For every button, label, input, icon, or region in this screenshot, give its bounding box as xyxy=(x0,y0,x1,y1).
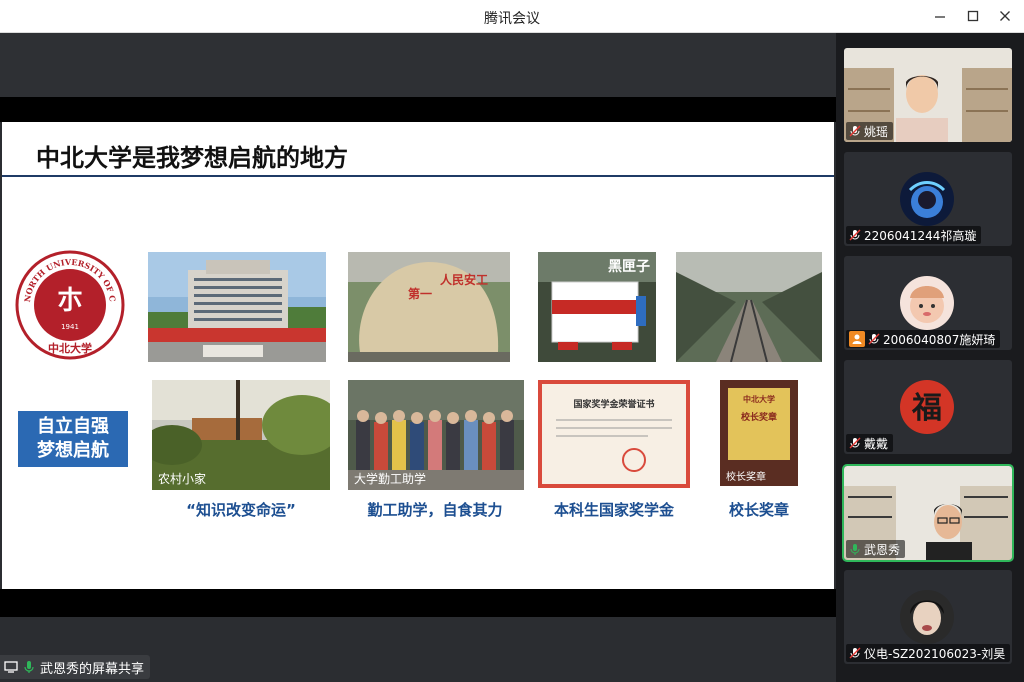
participant-name-tag: 戴戴 xyxy=(846,434,894,452)
participant-name-tag: 2206041244祁高璇 xyxy=(846,226,982,244)
motto-line-1: 自立自强 xyxy=(37,416,109,437)
participant-tile-active[interactable]: 武恩秀 xyxy=(842,464,1014,562)
slide-title: 中北大学是我梦想启航的地方 xyxy=(36,144,348,172)
screen-share-label: 武恩秀的屏幕共享 xyxy=(40,661,145,677)
minimize-icon xyxy=(935,16,945,18)
photo-campus-building xyxy=(148,252,326,362)
participant-tile[interactable]: 仪电-SZ202106023-刘昊 xyxy=(844,570,1012,664)
avatar: 福 xyxy=(900,380,954,434)
host-icon xyxy=(849,331,865,347)
svg-text:1941: 1941 xyxy=(61,323,79,331)
close-icon xyxy=(1000,11,1010,21)
close-button[interactable] xyxy=(994,6,1016,26)
screen-share-icon xyxy=(4,661,18,673)
president-award-caption: 校长奖章 xyxy=(726,472,766,483)
university-logo: NORTH UNIVERSITY OF CHINA 朩 1941 中北大学 xyxy=(10,241,126,361)
shared-screen-area[interactable]: 中北大学是我梦想启航的地方 NORTH UNIVERSITY OF CHINA … xyxy=(0,33,836,682)
screen-share-status[interactable]: 武恩秀的屏幕共享 xyxy=(0,655,151,679)
participant-name: 2006040807施妍琦 xyxy=(883,332,996,347)
work-study-caption: 大学勤工助学 xyxy=(354,472,427,486)
photo-president-award: 中北大学 校长奖章 校长奖章 xyxy=(720,380,798,486)
participant-name: 戴戴 xyxy=(864,436,889,451)
participant-tile[interactable]: 2206041244祁高璇 xyxy=(844,152,1012,246)
caption-scholarship: 本科生国家奖学金 xyxy=(553,501,674,519)
participant-tile[interactable]: 姚瑶 xyxy=(844,48,1012,142)
avatar xyxy=(900,276,954,330)
svg-text:中北大学: 中北大学 xyxy=(48,341,92,355)
maximize-icon xyxy=(967,10,979,22)
mic-muted-icon xyxy=(849,647,861,659)
participant-name: 武恩秀 xyxy=(864,542,901,557)
svg-text:第一: 第一 xyxy=(408,286,432,301)
letterbox-top xyxy=(0,97,836,122)
screen-top-band xyxy=(0,33,836,97)
motto-box: 自立自强 梦想启航 xyxy=(18,411,128,467)
svg-text:校长奖章: 校长奖章 xyxy=(741,411,777,423)
svg-text:国家奖学金荣誉证书: 国家奖学金荣誉证书 xyxy=(573,398,654,410)
maximize-button[interactable] xyxy=(962,6,984,26)
mic-muted-icon xyxy=(849,125,861,137)
participant-name-tag: 2006040807施妍琦 xyxy=(846,330,1001,348)
photo-railway-track xyxy=(676,252,822,362)
mic-muted-icon xyxy=(849,229,861,241)
motto-line-2: 梦想启航 xyxy=(37,440,109,461)
participant-name-tag: 仪电-SZ202106023-刘昊 xyxy=(846,644,1011,662)
photo-scholarship-certificate: 国家奖学金荣誉证书 xyxy=(538,380,690,488)
presentation-slide: 中北大学是我梦想启航的地方 NORTH UNIVERSITY OF CHINA … xyxy=(2,122,834,589)
photo-work-study-group: 大学勤工助学 xyxy=(348,380,524,490)
minimize-button[interactable] xyxy=(929,6,951,26)
participant-name: 姚瑶 xyxy=(864,124,889,139)
svg-text:人民安工: 人民安工 xyxy=(440,272,488,287)
photo-stone-monument: 人民安工 第一 xyxy=(348,252,510,362)
title-divider xyxy=(2,175,834,177)
participant-name: 仪电-SZ202106023-刘昊 xyxy=(864,646,1006,661)
svg-text:朩: 朩 xyxy=(57,286,83,316)
letterbox-bottom xyxy=(0,589,836,617)
avatar xyxy=(900,172,954,226)
village-home-caption: 农村小家 xyxy=(158,472,207,486)
participant-name-tag: 姚瑶 xyxy=(846,122,894,140)
caption-president-award: 校长奖章 xyxy=(728,501,789,519)
participants-sidebar: 姚瑶 2206041244祁高璇 2006040807施妍琦 福 戴戴 武恩秀 … xyxy=(836,33,1024,682)
mic-muted-icon xyxy=(868,333,880,345)
participant-tile[interactable]: 福 戴戴 xyxy=(844,360,1012,454)
avatar xyxy=(900,590,954,644)
svg-text:中北大学: 中北大学 xyxy=(743,394,775,404)
window-title: 腾讯会议 xyxy=(484,11,540,27)
mic-on-icon xyxy=(850,544,860,555)
black-box-label: 黑匣子 xyxy=(608,259,650,275)
participant-name: 2206041244祁高璇 xyxy=(864,228,977,243)
participant-name-tag: 武恩秀 xyxy=(846,540,906,558)
caption-knowledge: “知识改变命运” xyxy=(186,501,296,519)
mic-on-icon xyxy=(24,661,34,673)
mic-muted-icon xyxy=(849,437,861,449)
caption-work-study: 勤工助学，自食其力 xyxy=(367,501,503,519)
title-bar: 腾讯会议 xyxy=(0,0,1024,33)
photo-black-box: 黑匣子 xyxy=(538,252,656,362)
photo-village-home: 农村小家 xyxy=(152,380,330,490)
participant-tile[interactable]: 2006040807施妍琦 xyxy=(844,256,1012,350)
svg-text:福: 福 xyxy=(911,391,942,426)
